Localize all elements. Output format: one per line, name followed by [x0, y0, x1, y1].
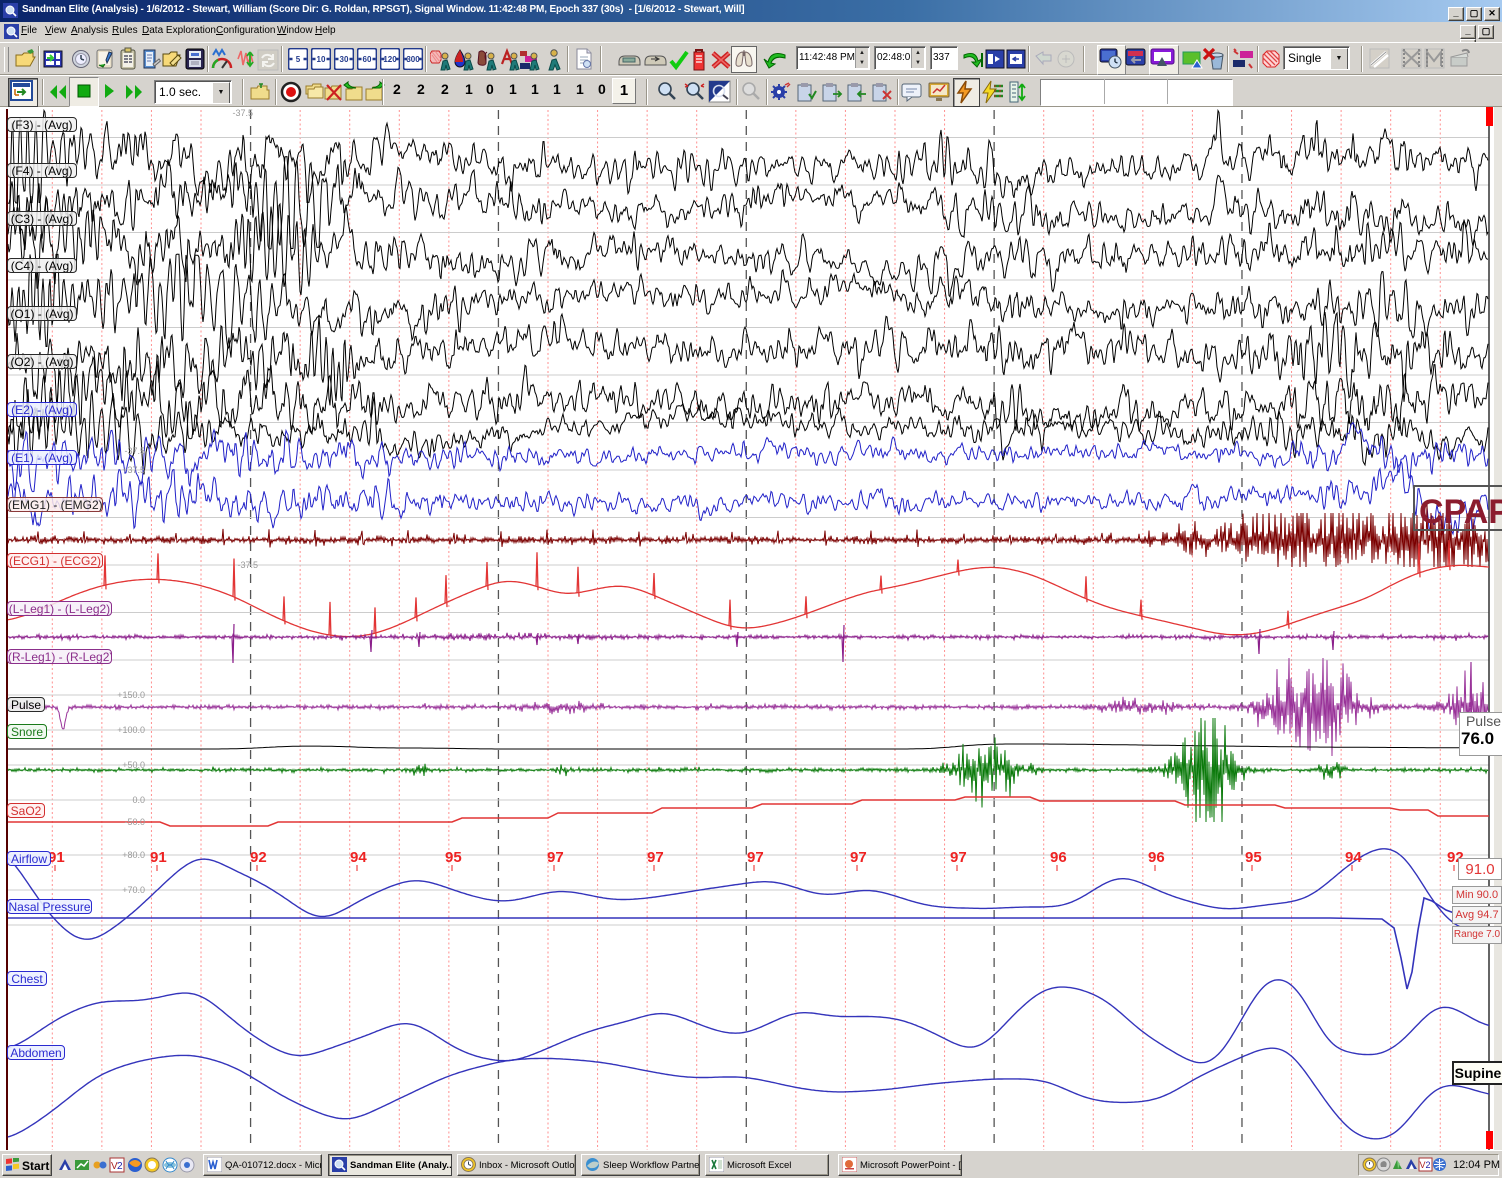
svg-text:94: 94: [1345, 849, 1362, 866]
svg-text:97: 97: [747, 849, 764, 866]
svg-text:+70.0: +70.0: [122, 885, 145, 895]
svg-text:96: 96: [1050, 849, 1067, 866]
svg-text:+150.0: +150.0: [117, 690, 145, 700]
svg-text:97: 97: [547, 849, 564, 866]
svg-text:0.0: 0.0: [132, 795, 145, 805]
svg-text:+50.0: +50.0: [122, 760, 145, 770]
svg-text:CPAP: CPAP: [1419, 493, 1502, 531]
svg-text:95: 95: [1245, 849, 1262, 866]
svg-text:94: 94: [350, 849, 367, 866]
svg-text:97: 97: [950, 849, 967, 866]
svg-text:+80.0: +80.0: [122, 850, 145, 860]
svg-text:95: 95: [445, 849, 462, 866]
svg-text:97: 97: [647, 849, 664, 866]
svg-text:92: 92: [250, 849, 267, 866]
svg-text:-37.5: -37.5: [124, 446, 145, 456]
svg-text:97: 97: [850, 849, 867, 866]
svg-text:-37.5: -37.5: [237, 560, 258, 570]
svg-text:+100.0: +100.0: [117, 725, 145, 735]
svg-text:-37.5: -37.5: [232, 108, 253, 118]
svg-text:-50.0: -50.0: [124, 817, 145, 827]
svg-text:+37.5: +37.5: [122, 465, 145, 475]
svg-text:96: 96: [1148, 849, 1165, 866]
svg-text:2: 2: [117, 1161, 123, 1172]
svg-text:2: 2: [1426, 1160, 1431, 1170]
svg-text:91: 91: [150, 849, 167, 866]
